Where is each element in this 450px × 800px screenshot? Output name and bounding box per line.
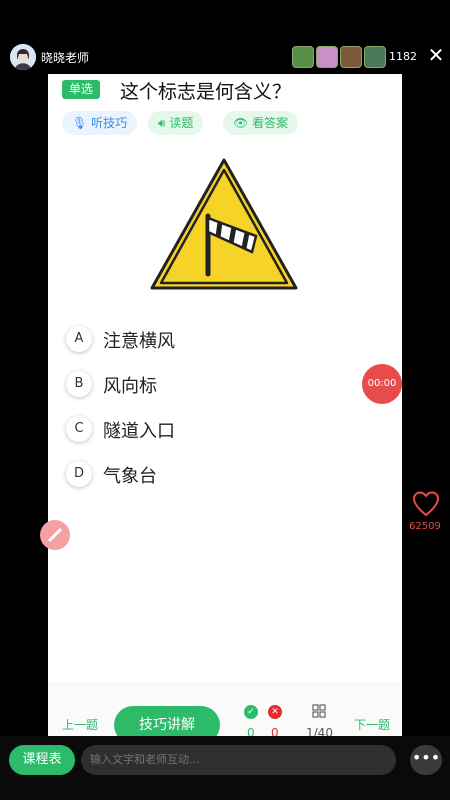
chat-input[interactable] [81, 745, 396, 775]
schedule-button[interactable]: 课程表 [9, 745, 75, 775]
bottom-bar: 课程表 ••• [0, 736, 450, 800]
question-title: 这个标志是何含义？ [120, 81, 292, 103]
option-letter: D [66, 461, 92, 487]
listen-tips-label: 听技巧 [91, 116, 128, 130]
question-progress: 1/40 [306, 726, 333, 736]
like-count: 62509 [409, 521, 441, 532]
option-letter: C [66, 416, 92, 442]
avatar-image [10, 44, 36, 70]
question-card: 单选 这个标志是何含义？ 🎙︎ 听技巧 🔊︎ 读题 👁︎ 看答案 A 注意横风 … [48, 74, 402, 736]
heart-icon[interactable] [412, 490, 440, 518]
tips-explanation-button[interactable]: 技巧讲解 [114, 706, 220, 736]
listen-tips-button[interactable]: 🎙︎ 听技巧 [62, 111, 138, 135]
next-question-button[interactable]: 下一题 [354, 716, 390, 733]
option-letter: B [66, 371, 92, 397]
option-letter: A [66, 326, 92, 352]
correct-count: 0 [247, 726, 255, 736]
check-icon: ✓ [244, 705, 258, 719]
read-question-button[interactable]: 🔊︎ 读题 [148, 111, 204, 135]
windsock-sign-icon [148, 156, 300, 292]
option-text: 隧道入口 [103, 421, 175, 442]
read-question-label: 读题 [169, 116, 194, 130]
wrong-count: 0 [271, 726, 279, 736]
host-name: 晓晓老师 [41, 51, 90, 65]
pen-icon[interactable] [40, 520, 70, 550]
previous-question-button[interactable]: 上一题 [62, 716, 98, 733]
option-text: 风向标 [103, 376, 157, 397]
speaker-icon: 🔊︎ [158, 116, 166, 130]
view-answer-label: 看答案 [252, 116, 289, 130]
viewer-count: 1182 [389, 50, 417, 63]
cross-icon: ✕ [268, 705, 282, 719]
more-icon[interactable]: ••• [410, 745, 442, 775]
question-type-badge: 单选 [62, 80, 100, 99]
option-text: 注意横风 [103, 331, 175, 352]
eye-icon: 👁︎ [233, 116, 249, 130]
live-header: 晓晓老师 1182 ✕ [0, 40, 450, 74]
host-avatar[interactable] [10, 44, 36, 70]
recording-timer[interactable]: 00:00 [362, 364, 402, 404]
viewer-avatars[interactable] [292, 46, 388, 68]
close-icon[interactable]: ✕ [426, 45, 446, 65]
question-navigation-bar: 上一题 技巧讲解 ✓ ✕ 0 0 1/40 下一题 [48, 682, 402, 736]
question-grid-icon[interactable] [312, 704, 326, 718]
option-text: 气象台 [103, 466, 157, 487]
microphone-icon: 🎙︎ [72, 116, 88, 130]
viewer-avatar[interactable] [364, 46, 386, 68]
viewer-avatar[interactable] [316, 46, 338, 68]
view-answer-button[interactable]: 👁︎ 看答案 [223, 111, 299, 135]
viewer-avatar[interactable] [340, 46, 362, 68]
viewer-avatar[interactable] [292, 46, 314, 68]
